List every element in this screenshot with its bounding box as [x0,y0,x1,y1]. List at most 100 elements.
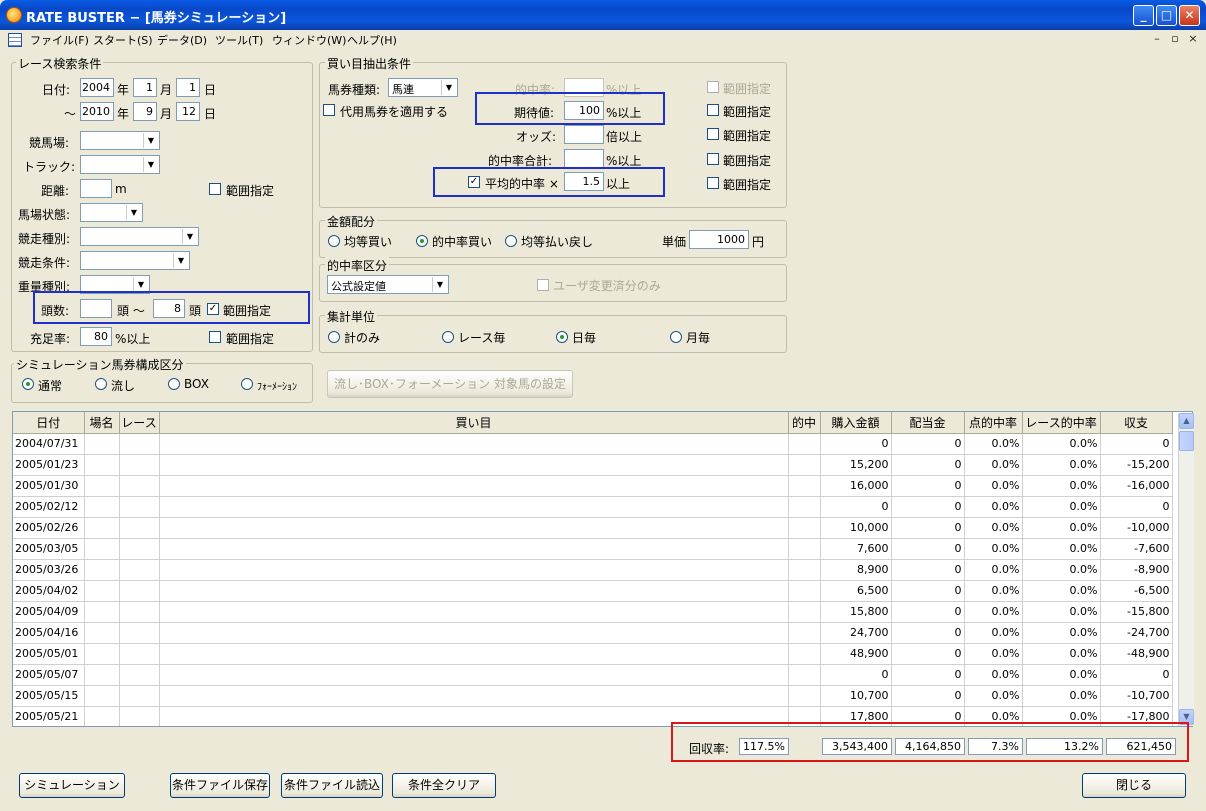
avg-range-checkbox[interactable] [707,177,719,189]
document-icon[interactable] [8,33,22,47]
column-header[interactable]: 的中 [788,412,821,434]
to-month-input[interactable]: 9 [133,102,157,121]
simulate-button[interactable]: シミュレーション [19,773,125,798]
sim-formation-label: ﾌｫｰﾒｰｼｮﾝ [257,382,297,393]
vertical-scrollbar[interactable]: ▲ ▼ [1178,413,1194,726]
race-cond-select[interactable]: ▼ [80,251,190,270]
table-row[interactable]: 2005/03/05 7,600 0 0.0% 0.0% -7,600 [13,538,1173,560]
agg-total-radio[interactable] [328,331,340,343]
ev-range-checkbox[interactable] [707,104,719,116]
column-header[interactable]: 場名 [84,412,120,434]
column-header[interactable]: 購入金額 [820,412,892,434]
sim-box-radio[interactable] [168,378,180,390]
table-row[interactable]: 2005/04/02 6,500 0 0.0% 0.0% -6,500 [13,580,1173,602]
menu-start[interactable]: スタート(S) [93,32,153,48]
table-row[interactable]: 2005/05/01 48,900 0 0.0% 0.0% -48,900 [13,643,1173,665]
hitclass-select[interactable]: 公式設定値 ▼ [327,275,449,294]
table-cell: 2005/05/21 [13,706,85,726]
fill-range-checkbox[interactable] [209,331,221,343]
ev-unit: %以上 [606,106,642,120]
table-cell: 0 [891,664,965,686]
distance-input[interactable] [80,179,112,198]
from-year-input[interactable]: 2004 [80,78,114,97]
course-select[interactable]: ▼ [80,131,160,150]
table-row[interactable]: 2005/04/09 15,800 0 0.0% 0.0% -15,800 [13,601,1173,623]
track-select[interactable]: ▼ [80,155,160,174]
column-header[interactable]: レース [119,412,160,434]
sim-nagashi-label: 流し [111,379,136,393]
hit-sum-input[interactable] [564,149,604,168]
table-cell [84,517,120,539]
column-header[interactable]: レース的中率 [1022,412,1101,434]
money-hitrate-radio[interactable] [416,235,428,247]
money-payout-radio[interactable] [505,235,517,247]
results-table[interactable]: 日付 場名 レース 買い目 的中 購入金額 配当金 点的中率 レース的中率 収支 2004/07/… [12,411,1193,727]
table-row[interactable]: 2004/07/31 0 0 0.0% 0.0% 0 [13,433,1173,455]
to-year-input[interactable]: 2010 [80,102,114,121]
column-header[interactable]: 日付 [13,412,85,434]
money-even-radio[interactable] [328,235,340,247]
odds-input[interactable] [564,125,604,144]
sim-normal-radio[interactable] [22,378,34,390]
table-row[interactable]: 2005/01/30 16,000 0 0.0% 0.0% -16,000 [13,475,1173,497]
table-row[interactable]: 2005/02/12 0 0 0.0% 0.0% 0 [13,496,1173,518]
nagashi-settings-button[interactable]: 流し･BOX･フォーメーション 対象馬の設定 [327,370,573,398]
hitsum-range-checkbox[interactable] [707,153,719,165]
column-header[interactable]: 収支 [1100,412,1173,434]
scroll-thumb[interactable] [1179,431,1194,451]
table-row[interactable]: 2005/01/23 15,200 0 0.0% 0.0% -15,200 [13,454,1173,476]
unit-price-input[interactable]: 1000 [689,230,749,249]
to-day-input[interactable]: 12 [176,102,200,121]
agg-day-radio[interactable] [556,331,568,343]
table-row[interactable]: 2005/04/16 24,700 0 0.0% 0.0% -24,700 [13,622,1173,644]
save-conditions-button[interactable]: 条件ファイル保存 [170,773,270,798]
distance-range-checkbox[interactable] [209,183,221,195]
avg-hit-input[interactable]: 1.5 [564,172,604,191]
load-conditions-button[interactable]: 条件ファイル読込 [281,773,383,798]
clear-conditions-button[interactable]: 条件全クリア [392,773,496,798]
minimize-button[interactable]: _ [1133,5,1154,26]
from-month-input[interactable]: 1 [133,78,157,97]
table-cell [84,706,120,726]
close-window-button[interactable]: ✕ [1179,5,1200,26]
title-bar[interactable]: RATE BUSTER − [馬券シミュレーション] _ □ ✕ [0,0,1206,30]
odds-range-checkbox[interactable] [707,128,719,140]
heads-range-checkbox[interactable]: ✓ [207,303,219,315]
menu-tools[interactable]: ツール(T) [215,32,263,48]
substitute-checkbox[interactable] [323,104,335,116]
scroll-up-icon[interactable]: ▲ [1179,413,1194,429]
table-cell: 16,000 [820,475,892,497]
menu-data[interactable]: データ(D) [157,32,207,48]
table-row[interactable]: 2005/02/26 10,000 0 0.0% 0.0% -10,000 [13,517,1173,539]
column-header[interactable]: 買い目 [159,412,789,434]
ev-input[interactable]: 100 [564,101,604,120]
menu-help[interactable]: ヘルプ(H) [347,32,397,48]
user-only-checkbox[interactable] [537,279,549,291]
heads-to-input[interactable]: 8 [153,299,185,318]
table-row[interactable]: 2005/03/26 8,900 0 0.0% 0.0% -8,900 [13,559,1173,581]
mdi-close-icon[interactable]: × [1186,32,1200,46]
maximize-button[interactable]: □ [1156,5,1177,26]
table-row[interactable]: 2005/05/15 10,700 0 0.0% 0.0% -10,700 [13,685,1173,707]
sim-formation-radio[interactable] [241,378,253,390]
ticket-type-select[interactable]: 馬連 ▼ [388,78,458,97]
menu-window[interactable]: ウィンドウ(W) [272,32,346,48]
fill-rate-input[interactable]: 80 [80,327,112,346]
race-kind-select[interactable]: ▼ [80,227,199,246]
avg-hit-checkbox[interactable]: ✓ [468,176,480,188]
close-button[interactable]: 閉じる [1082,773,1186,798]
agg-month-radio[interactable] [670,331,682,343]
column-header[interactable]: 点的中率 [964,412,1023,434]
hit-range-checkbox[interactable] [707,81,719,93]
column-header[interactable]: 配当金 [891,412,965,434]
table-row[interactable]: 2005/05/07 0 0 0.0% 0.0% 0 [13,664,1173,686]
heads-from-input[interactable] [80,299,112,318]
agg-race-radio[interactable] [442,331,454,343]
mdi-restore-icon[interactable]: ▫ [1168,32,1182,46]
from-day-input[interactable]: 1 [176,78,200,97]
condition-select[interactable]: ▼ [80,203,143,222]
mdi-minimize-icon[interactable]: – [1150,32,1164,46]
menu-file[interactable]: ファイル(F) [30,32,89,48]
table-cell [159,580,789,602]
sim-nagashi-radio[interactable] [95,378,107,390]
